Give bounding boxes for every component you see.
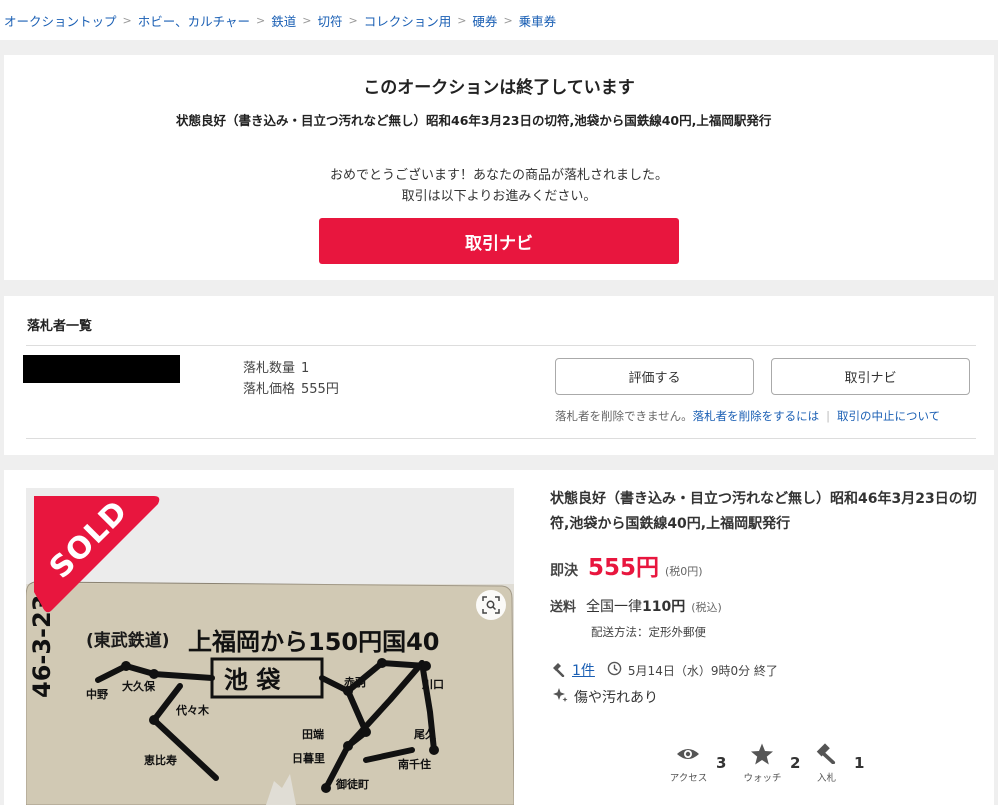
- shipping-area: 全国一律: [586, 599, 643, 615]
- ticket-station-nakano: 中野: [86, 687, 108, 701]
- breadcrumb-separator: >: [256, 13, 266, 27]
- congrats-message: おめでとうございます！あなたの商品が落札されました。 取引は以下よりお進みくださ…: [4, 165, 994, 207]
- rate-button[interactable]: 評価する: [555, 358, 754, 395]
- eye-icon: [676, 742, 700, 770]
- ticket-station-yoyogi: 代々木: [175, 703, 210, 717]
- winners-panel: 落札者一覧 落札数量 1 落札価格 555円 評価する 取引ナビ 落札者を削除できま…: [4, 296, 994, 455]
- cancel-transaction-link[interactable]: 取引の中止について: [837, 409, 940, 423]
- star-icon: [750, 742, 774, 770]
- breadcrumb-link-top[interactable]: オークショントップ: [4, 11, 117, 30]
- price-row: 落札価格 555円: [243, 379, 339, 400]
- gavel-icon: [814, 742, 836, 768]
- ticket-station-akabane: 赤羽: [344, 675, 366, 689]
- ticket-company: (東武鉄道): [86, 630, 170, 651]
- shipping-tax: (税込): [691, 601, 722, 614]
- breadcrumb-link-hobby[interactable]: ホビー、カルチャー: [138, 11, 250, 30]
- sparkle-icon: [552, 687, 568, 707]
- delete-winner-link[interactable]: 落札者を削除をするには: [693, 409, 820, 423]
- ticket-image: (東武鉄道) 上福岡から150円国40 46-3-23 池 袋 中野 大久保 代…: [26, 488, 514, 805]
- breadcrumb-separator: >: [457, 13, 467, 27]
- winners-title: 落札者一覧: [27, 319, 93, 334]
- shipping-price: 110円: [642, 599, 686, 615]
- ticket-station-nippori: 日暮里: [292, 751, 325, 765]
- separator: |: [826, 409, 831, 423]
- breadcrumb-link-collection[interactable]: コレクション用: [364, 11, 452, 30]
- watch-label: ウォッチ: [743, 773, 782, 784]
- breadcrumb-link-ticket[interactable]: 切符: [317, 11, 342, 30]
- clock-icon: [607, 661, 622, 679]
- access-stat: 3 アクセス: [666, 742, 736, 792]
- access-label: アクセス: [669, 773, 708, 784]
- breadcrumb-link-passenger-ticket[interactable]: 乗車券: [519, 11, 557, 30]
- price-row: 即決 555円 (税0円): [550, 548, 703, 582]
- winner-note: 落札者を削除できません。落札者を削除をするには | 取引の中止について: [555, 408, 940, 424]
- shipping-label: 送料: [550, 600, 577, 615]
- image-search-icon[interactable]: [476, 590, 506, 620]
- watch-stat: 2 ウォッチ: [740, 742, 810, 792]
- divider: [26, 345, 976, 346]
- bid-stat: 1 入札: [804, 742, 874, 792]
- ticket-station-okubo: 大久保: [122, 679, 156, 693]
- breadcrumb-link-hard-ticket[interactable]: 硬券: [472, 11, 497, 30]
- buy-now-price: 555円: [588, 555, 660, 581]
- breadcrumb-separator: >: [302, 13, 312, 27]
- ticket-route: 上福岡から150円国40: [188, 628, 440, 656]
- item-title: 状態良好（書き込み・目立つ汚れなど無し）昭和46年3月23日の切符,池袋から国鉄…: [550, 491, 977, 532]
- ticket-station-oku: 尾久: [413, 727, 437, 741]
- breadcrumb-link-railway[interactable]: 鉄道: [271, 11, 296, 30]
- ticket-station-okachimachi: 御徒町: [335, 777, 369, 791]
- ended-item-title: 状態良好（書き込み・目立つ汚れなど無し）昭和46年3月23日の切符,池袋から国鉄…: [176, 113, 772, 128]
- winner-name-redacted: [23, 355, 180, 383]
- congrats-line-1: おめでとうございます！あなたの商品が落札されました。: [329, 168, 668, 183]
- winning-price-value: 555円: [301, 382, 339, 397]
- shipping-method: 配送方法：定形外郵便: [591, 625, 706, 639]
- item-condition: 傷や汚れあり: [574, 690, 658, 706]
- breadcrumb-separator: >: [348, 13, 358, 27]
- bid-count-link[interactable]: 1件: [572, 660, 595, 680]
- shipping-row: 送料 全国一律 110円 (税込): [550, 596, 722, 616]
- ticket-station-minamisenju: 南千住: [398, 757, 431, 771]
- gavel-icon: [550, 661, 566, 680]
- bid-label: 入札: [816, 773, 836, 784]
- cannot-delete-text: 落札者を削除できません。: [555, 409, 693, 423]
- winning-price-label: 落札価格: [243, 382, 296, 397]
- watch-count: 2: [790, 754, 801, 772]
- transaction-navi-button-secondary[interactable]: 取引ナビ: [771, 358, 970, 395]
- quantity-label: 落札数量: [243, 361, 296, 376]
- transaction-navi-button[interactable]: 取引ナビ: [319, 218, 679, 264]
- breadcrumb-separator: >: [503, 13, 513, 27]
- breadcrumb: オークショントップ > ホビー、カルチャー > 鉄道 > 切符 > コレクション…: [0, 0, 998, 40]
- ticket-station-tabata: 田端: [302, 727, 324, 741]
- divider: [26, 438, 976, 439]
- ticket-station: 池 袋: [224, 666, 281, 694]
- access-count: 3: [716, 754, 727, 772]
- buy-now-label: 即決: [550, 563, 578, 579]
- bid-count: 1: [854, 754, 865, 772]
- end-time: 5月14日（水）9時0分 終了: [627, 663, 778, 678]
- quantity-value: 1: [301, 361, 310, 376]
- bid-info-row: 1件 5月14日（水）9時0分 終了: [550, 660, 778, 680]
- condition-row: 傷や汚れあり: [552, 687, 658, 707]
- auction-ended-panel: このオークションは終了しています 状態良好（書き込み・目立つ汚れなど無し）昭和4…: [4, 55, 994, 280]
- winner-stats: 落札数量 1 落札価格 555円: [243, 358, 339, 400]
- ticket-station-ebisu: 恵比寿: [144, 753, 177, 767]
- ticket-station-kawaguchi: 川口: [421, 678, 444, 691]
- price-tax: (税0円): [665, 565, 703, 578]
- congrats-line-2: 取引は以下よりお進みください。: [401, 189, 597, 204]
- item-photo[interactable]: (東武鉄道) 上福岡から150円国40 46-3-23 池 袋 中野 大久保 代…: [26, 488, 514, 805]
- quantity-row: 落札数量 1: [243, 358, 339, 379]
- item-stats: 3 アクセス 2 ウォッチ 1 入札: [666, 742, 876, 792]
- ended-title: このオークションは終了しています: [363, 78, 635, 98]
- breadcrumb-separator: >: [122, 13, 132, 27]
- item-panel: (東武鉄道) 上福岡から150円国40 46-3-23 池 袋 中野 大久保 代…: [4, 470, 994, 805]
